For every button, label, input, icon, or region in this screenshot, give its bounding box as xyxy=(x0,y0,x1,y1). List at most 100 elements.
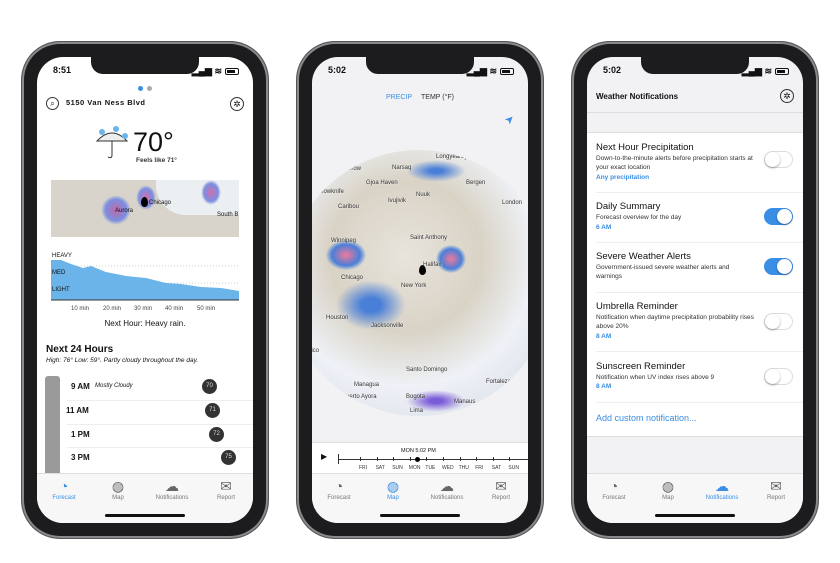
timeline-day-label: MON xyxy=(408,465,421,471)
page-dot-active[interactable] xyxy=(138,86,143,91)
segment-precip[interactable]: PRECIP xyxy=(386,94,412,101)
timeline[interactable]: ▶ MON 5:02 PM FRI SAT SUN MON TUE WED THU FRI SA… xyxy=(312,442,528,473)
forecast-icon: ◔ xyxy=(609,478,619,494)
globe-city-label: Bogota xyxy=(406,394,426,400)
timeline-scrubber[interactable] xyxy=(415,457,420,462)
phone-notifications: 5:02 ▂▄▆ ≋ Weather Notifications ✲ Next H… xyxy=(572,42,818,538)
hour-temp: 71 xyxy=(205,403,220,418)
divider xyxy=(596,351,803,352)
tick-label: 30 min xyxy=(134,306,153,312)
notifications-icon: ☁ xyxy=(165,478,179,494)
tab-forecast[interactable]: ◔ Forecast xyxy=(37,474,91,523)
add-custom-notification-link[interactable]: Add custom notification... xyxy=(596,413,697,423)
settings-gear-icon[interactable]: ✲ xyxy=(230,97,244,111)
divider xyxy=(596,292,803,293)
tick-label: 40 min xyxy=(165,306,184,312)
timeline-day-label: SUN xyxy=(392,465,403,471)
location-title[interactable]: 5150 Van Ness Blvd xyxy=(66,98,145,107)
tab-forecast[interactable]: ◔ Forecast xyxy=(587,474,641,523)
tab-report[interactable]: ✉ Report xyxy=(199,474,253,523)
notification-title: Daily Summary xyxy=(596,201,661,212)
globe-city-label: Barrow xyxy=(342,166,362,172)
report-icon: ✉ xyxy=(770,478,782,494)
divider xyxy=(596,242,803,243)
timeline-day-label: THU xyxy=(458,465,469,471)
toggle-sunscreen[interactable] xyxy=(764,368,793,385)
divider xyxy=(587,112,803,113)
tab-report[interactable]: ✉ Report xyxy=(749,474,803,523)
timeline-day-label: FRI xyxy=(475,465,484,471)
segment-temp[interactable]: TEMP (°F) xyxy=(421,94,454,101)
status-time: 5:02 xyxy=(603,65,622,75)
notification-detail-link[interactable]: 8 AM xyxy=(596,333,611,340)
globe-city-label: Caribou xyxy=(338,204,360,210)
tab-report[interactable]: ✉ Report xyxy=(474,474,528,523)
notification-detail-link[interactable]: Any precipitation xyxy=(596,174,649,181)
location-pin-icon xyxy=(141,197,148,207)
search-icon[interactable]: ⌕ xyxy=(46,97,59,110)
tick-label: 50 min xyxy=(197,306,216,312)
timeline-tick xyxy=(509,457,511,461)
divider xyxy=(596,192,803,193)
globe-city-label: Santo Domingo xyxy=(406,367,448,373)
status-icons: ▂▄▆ ≋ xyxy=(742,66,789,77)
hour-time: 3 PM xyxy=(71,453,90,462)
report-icon: ✉ xyxy=(495,478,507,494)
forecast-screen: 8:51 ▂▄▆ ≋ ⌕ 5150 Van Ness Blvd ✲ 70° Fee… xyxy=(37,57,253,523)
hour-condition: Mostly Cloudy xyxy=(95,383,133,389)
current-temperature: 70° xyxy=(133,127,174,157)
hour-time: 1 PM xyxy=(71,430,90,439)
play-icon[interactable]: ▶ xyxy=(321,452,327,461)
lake-michigan xyxy=(156,180,239,215)
next24-title: Next 24 Hours xyxy=(46,344,114,355)
timeline-tick xyxy=(409,457,411,461)
settings-gear-icon[interactable]: ✲ xyxy=(780,89,794,103)
globe-city-label: Managua xyxy=(354,382,380,388)
map-label: Chicago xyxy=(149,200,172,206)
globe-city-label: Manaus xyxy=(454,399,476,405)
timeline-tick xyxy=(476,457,478,461)
tick-label: 20 min xyxy=(103,306,122,312)
globe-icon: ◍ xyxy=(111,478,125,494)
home-indicator xyxy=(655,514,735,517)
notification-detail-link[interactable]: 6 AM xyxy=(596,224,611,231)
notification-description: Government-issued severe weather alerts … xyxy=(596,264,730,280)
globe-city-label: Lima xyxy=(410,408,424,414)
globe-city-label: Bergen xyxy=(466,180,486,186)
tab-forecast[interactable]: ◔ Forecast xyxy=(312,474,366,523)
map-screen: 5:02 ▂▄▆ ≋ PRECIP TEMP (°F) ➤ Longyearbye… xyxy=(312,57,528,523)
timeline-day-label: SAT xyxy=(491,465,502,471)
toggle-severe-weather[interactable] xyxy=(764,258,793,275)
globe-city-label: London xyxy=(502,200,523,206)
toggle-daily-summary[interactable] xyxy=(764,208,793,225)
hour-temp: 75 xyxy=(221,450,236,465)
radar-cell xyxy=(326,240,366,270)
forecast-icon: ◔ xyxy=(334,478,344,494)
map-label: South B xyxy=(217,212,239,218)
timeline-tick xyxy=(492,457,494,461)
globe-city-label: Narsaq xyxy=(392,165,412,171)
globe-icon: ◍ xyxy=(386,478,400,494)
precip-globe[interactable]: Longyearbyen Barrow Narsaq Anchorage Gjoa Ha… xyxy=(312,150,528,416)
radar-cell xyxy=(406,160,466,182)
next-hour-summary: Next Hour: Heavy rain. xyxy=(104,319,186,328)
page-dot[interactable] xyxy=(147,86,152,91)
report-icon: ✉ xyxy=(220,478,232,494)
radar-map[interactable]: Chicago Aurora South B xyxy=(51,180,239,237)
divider xyxy=(67,447,253,448)
divider xyxy=(67,424,253,425)
divider xyxy=(596,402,803,403)
toggle-next-hour[interactable] xyxy=(764,151,793,168)
globe-city-label: Nuuk xyxy=(416,192,431,198)
timeline-day-label: FRI xyxy=(359,465,368,471)
toggle-umbrella[interactable] xyxy=(764,313,793,330)
notification-detail-link[interactable]: 8 AM xyxy=(596,383,611,390)
timeline-day-label: TUE xyxy=(425,465,436,471)
hour-temp: 70 xyxy=(202,379,217,394)
location-arrow-icon[interactable]: ➤ xyxy=(502,112,517,127)
hour-time: 11 AM xyxy=(66,406,89,415)
globe-city-label: Fortaleza xyxy=(486,379,512,385)
notification-description: Forecast overview for the day xyxy=(596,214,682,221)
timeline-current-time: MON 5:02 PM xyxy=(401,448,436,454)
notification-title: Next Hour Precipitation xyxy=(596,142,694,153)
